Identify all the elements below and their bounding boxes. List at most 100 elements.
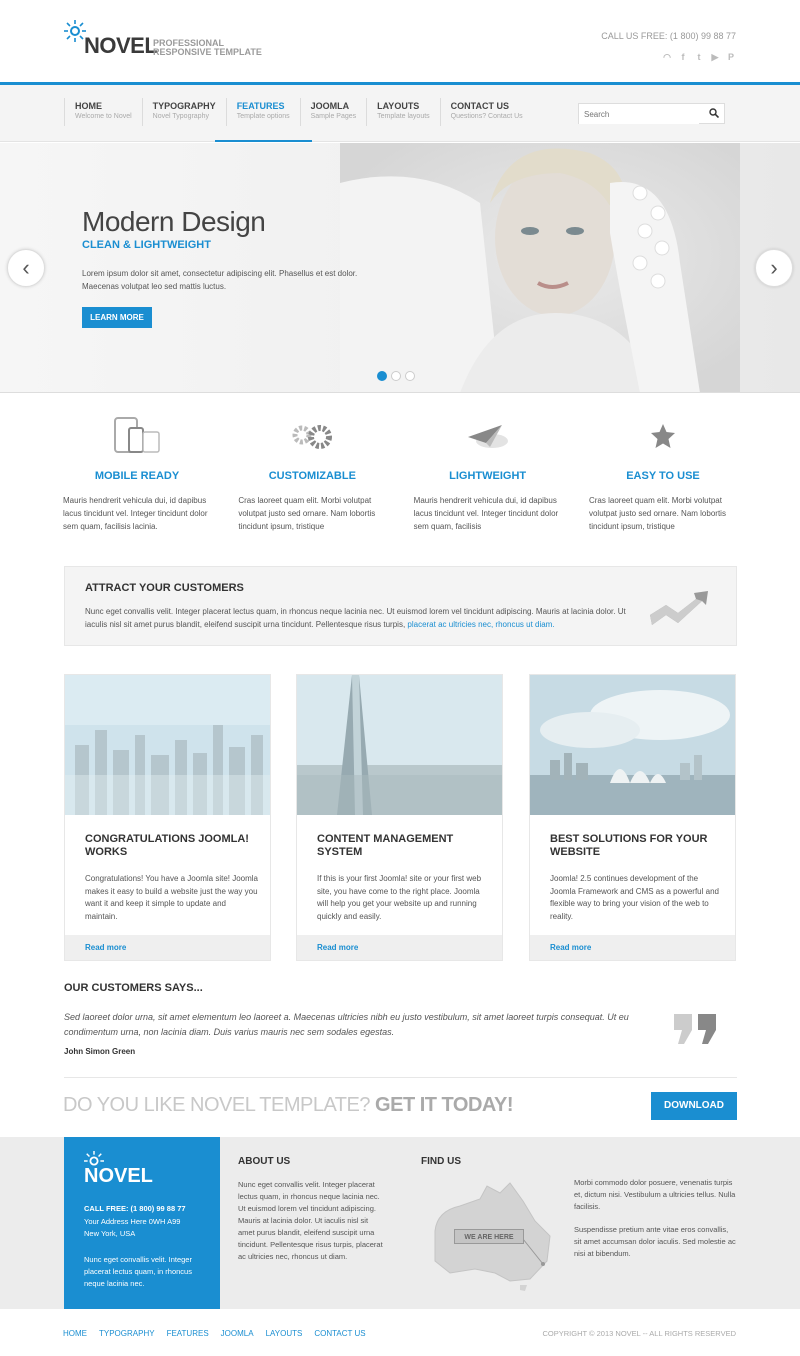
attract-link[interactable]: placerat ac ultricies nec, rhoncus ut di… (407, 620, 554, 629)
nav-item-layouts[interactable]: LAYOUTS Template layouts (366, 98, 440, 126)
nav-subtitle: Novel Typography (152, 113, 209, 120)
nav-title: LAYOUTS (377, 101, 420, 111)
site-header: NOVEL PROFESSIONAL RESPONSIVE TEMPLATE C… (0, 0, 800, 82)
slider-next-button[interactable]: › (755, 249, 793, 287)
hero-subtitle: CLEAN & LIGHTWEIGHT (82, 239, 211, 251)
footer-nav-layouts[interactable]: LAYOUTS (266, 1329, 303, 1338)
footer-nav-features[interactable]: FEATURES (167, 1329, 209, 1338)
about-text: Nunc eget convallis velit. Integer place… (238, 1180, 383, 1261)
footer-contact-panel: NOVEL CALL FREE: (1 800) 99 88 77 Your A… (64, 1137, 220, 1309)
about-title: ABOUT US (238, 1156, 291, 1167)
card-title: BEST SOLUTIONS FOR YOUR WEBSITE (550, 833, 708, 858)
footer-logo[interactable]: NOVEL (84, 1165, 153, 1188)
nav-title: HOME (75, 101, 102, 111)
search-icon[interactable] (709, 108, 719, 118)
attract-title: ATTRACT YOUR CUSTOMERS (85, 582, 244, 594)
cta-text: DO YOU LIKE NOVEL TEMPLATE? GET IT TODAY… (63, 1094, 514, 1117)
gears-icon (292, 425, 333, 449)
quote-mark-icon (674, 1014, 716, 1044)
section-divider (64, 1077, 737, 1078)
youtube-icon[interactable]: ▶ (710, 52, 720, 62)
footer-right-para-1: Morbi commodo dolor posuere, venenatis t… (574, 1178, 736, 1211)
features-section: MOBILE READY Mauris hendrerit vehicula d… (63, 410, 737, 540)
testimonial-author: John Simon Green (64, 1047, 136, 1056)
call-us-text: CALL US FREE: (1 800) 99 88 77 (601, 31, 736, 41)
footer-address-line-1: Your Address Here 0WH A99 (84, 1217, 181, 1226)
footer-blurb: Nunc eget convallis velit. Integer place… (84, 1255, 192, 1288)
slider-dot-2[interactable] (391, 371, 401, 381)
footer-right-text: Morbi commodo dolor posuere, venenatis t… (574, 1177, 737, 1260)
footer-nav-home[interactable]: HOME (63, 1329, 87, 1338)
feature-text: Mauris hendrerit vehicula dui, id dapibu… (63, 496, 208, 531)
facebook-icon[interactable]: f (678, 52, 688, 62)
card-image-skyscraper (297, 675, 502, 815)
nav-item-contact[interactable]: CONTACT US Questions? Contact Us (439, 98, 533, 126)
read-more-link[interactable]: Read more (297, 935, 502, 960)
feature-lightweight: LIGHTWEIGHT Mauris hendrerit vehicula du… (414, 410, 562, 540)
card-title: CONTENT MANAGEMENT SYSTEM (317, 833, 454, 858)
logo-text[interactable]: NOVEL (84, 33, 158, 59)
read-more-link[interactable]: Read more (530, 935, 735, 960)
card-text: Congratulations! You have a Joomla site!… (85, 874, 258, 921)
cta-bold: GET IT TODAY! (375, 1094, 514, 1116)
footer-right-para-2: Suspendisse pretium ante vitae eros conv… (574, 1225, 736, 1258)
footer-nav-joomla[interactable]: JOOMLA (221, 1329, 254, 1338)
nav-subtitle: Template options (236, 113, 290, 120)
download-button[interactable]: DOWNLOAD (651, 1092, 737, 1120)
feature-mobile-ready: MOBILE READY Mauris hendrerit vehicula d… (63, 410, 211, 540)
growth-arrow-icon (650, 591, 708, 625)
we-are-here-marker: WE ARE HERE (454, 1229, 524, 1244)
card-text: Joomla! 2.5 continues development of the… (550, 874, 719, 921)
footer-nav: HOME TYPOGRAPHY FEATURES JOOMLA LAYOUTS … (63, 1329, 366, 1338)
article-card: CONGRATULATIONS JOOMLA! WORKS Congratula… (64, 674, 271, 961)
nav-title: TYPOGRAPHY (152, 101, 216, 111)
article-cards: CONGRATULATIONS JOOMLA! WORKS Congratula… (64, 674, 737, 961)
logo-tagline: PROFESSIONAL RESPONSIVE TEMPLATE (153, 39, 263, 57)
card-image-sydney (530, 675, 735, 815)
feature-title: MOBILE READY (94, 470, 180, 482)
nav-item-joomla[interactable]: JOOMLA Sample Pages (299, 98, 367, 126)
article-card: BEST SOLUTIONS FOR YOUR WEBSITE Joomla! … (529, 674, 736, 961)
card-image-cityscape (65, 675, 270, 815)
slider-dot-3[interactable] (405, 371, 415, 381)
bottom-bar: HOME TYPOGRAPHY FEATURES JOOMLA LAYOUTS … (0, 1309, 800, 1356)
chevron-right-icon: › (770, 255, 778, 280)
nav-subtitle: Sample Pages (310, 113, 357, 120)
hero-text: Lorem ipsum dolor sit amet, consectetur … (82, 269, 358, 291)
footer-address-line-2: New York, USA (84, 1229, 136, 1238)
chevron-left-icon: ‹ (22, 255, 30, 280)
footer-nav-contact[interactable]: CONTACT US (314, 1329, 365, 1338)
nav-subtitle: Template layouts (377, 113, 430, 120)
learn-more-button[interactable]: LEARN MORE (82, 307, 152, 328)
search-input[interactable] (579, 105, 699, 124)
testimonial-quote: Sed laoreet dolor urna, sit amet element… (64, 1012, 629, 1037)
nav-title: JOOMLA (310, 101, 350, 111)
nav-item-features[interactable]: FEATURES Template options (214, 98, 312, 142)
rss-icon[interactable]: ◠ (662, 52, 672, 62)
feature-text: Mauris hendrerit vehicula dui, id dapibu… (413, 496, 559, 531)
feature-title: EASY TO USE (626, 470, 700, 482)
nav-subtitle: Welcome to Novel (75, 113, 132, 120)
card-title: CONGRATULATIONS JOOMLA! WORKS (85, 833, 249, 858)
footer-find-us: FIND US (421, 1156, 561, 1167)
footer: NOVEL CALL FREE: (1 800) 99 88 77 Your A… (0, 1137, 800, 1309)
slider-prev-button[interactable]: ‹ (7, 249, 45, 287)
pinterest-icon[interactable]: P (726, 52, 736, 62)
mobile-devices-icon (114, 417, 160, 453)
twitter-icon[interactable]: t (694, 52, 704, 62)
star-icon (650, 424, 675, 448)
footer-nav-typography[interactable]: TYPOGRAPHY (99, 1329, 155, 1338)
social-links: ◠ f t ▶ P (662, 52, 736, 62)
nav-item-typography[interactable]: TYPOGRAPHY Novel Typography (141, 98, 226, 126)
article-card: CONTENT MANAGEMENT SYSTEM If this is you… (296, 674, 503, 961)
nav-item-home[interactable]: HOME Welcome to Novel (64, 98, 142, 126)
slider-dot-1[interactable] (377, 371, 387, 381)
read-more-link[interactable]: Read more (65, 935, 270, 960)
hero-title: Modern Design (82, 206, 266, 237)
hero-woman-photo (340, 143, 740, 392)
feature-easy-to-use: EASY TO USE Cras laoreet quam elit. Morb… (589, 410, 737, 540)
hero-slider: Modern Design CLEAN & LIGHTWEIGHT Lorem … (0, 143, 800, 393)
testimonials-title: OUR CUSTOMERS SAYS... (64, 982, 203, 994)
paper-plane-icon (467, 425, 508, 448)
find-us-title: FIND US (421, 1156, 461, 1167)
